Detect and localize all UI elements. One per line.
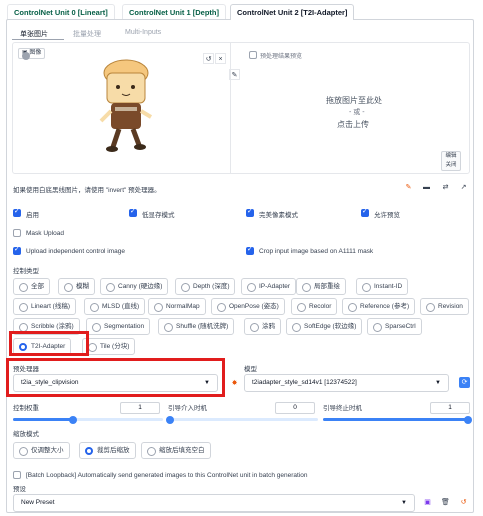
edit-label: 编辑 — [445, 153, 457, 159]
batch-loopback-checkbox[interactable] — [13, 471, 21, 479]
image-label: 图像 — [29, 50, 42, 56]
low-vram-label: 低显存模式 — [142, 212, 175, 219]
weight-slider[interactable] — [13, 415, 163, 424]
swap-icon[interactable]: ⇄ — [440, 182, 451, 193]
model-label: 模型 — [244, 366, 257, 373]
control-type-canny[interactable]: Canny (硬边缘) — [100, 278, 169, 295]
end-label: 引导终止时机 — [323, 405, 362, 412]
start-input[interactable]: 0 — [275, 402, 315, 414]
highlight-preprocessor — [6, 358, 225, 397]
image-dot — [22, 52, 30, 60]
allow-preview-checkbox[interactable] — [361, 207, 369, 217]
tab-unit-2[interactable]: ControlNet Unit 2 [T2I-Adapter] — [230, 4, 355, 20]
crop-input-label: Crop input image based on A1111 mask — [259, 248, 374, 255]
start-slider[interactable] — [166, 415, 318, 424]
preset-label: 预设 — [13, 486, 26, 493]
control-type-recolor[interactable]: Recolor — [291, 298, 338, 315]
enable-label: 启用 — [26, 212, 39, 219]
chevron-down-icon: ▼ — [401, 500, 407, 506]
control-type-label: 控制类型 — [13, 268, 39, 275]
control-type-sparsectrl[interactable]: SparseCtrl — [367, 318, 422, 335]
control-type-all[interactable]: 全部 — [13, 278, 50, 295]
end-slider-handle[interactable] — [464, 415, 472, 424]
edit-icon[interactable]: ✎ — [403, 182, 414, 193]
drop-text-1: 拖放图片至此处 — [326, 96, 382, 105]
control-type-shuffle[interactable]: Shuffle (随机洗牌) — [158, 318, 235, 335]
control-type-ip-adapter[interactable]: IP-Adapter — [241, 278, 297, 295]
tab-unit-0[interactable]: ControlNet Unit 0 [Lineart] — [7, 4, 115, 20]
preset-select[interactable]: New Preset ▼ — [13, 494, 415, 512]
control-type-revision[interactable]: Revision — [420, 298, 469, 315]
crop-input-checkbox[interactable] — [246, 245, 254, 255]
edit-button[interactable]: 编辑 关闭 — [441, 151, 461, 171]
independent-image-label: Upload independent control image — [26, 248, 126, 255]
mask-upload-checkbox[interactable] — [13, 229, 21, 237]
resize-and-fill[interactable]: 缩放后填充空白 — [141, 442, 211, 459]
camera-icon[interactable]: ▬ — [421, 182, 432, 193]
control-type-lineart[interactable]: Lineart (线稿) — [13, 298, 77, 315]
pixel-perfect-label: 完美像素模式 — [259, 212, 298, 219]
batch-loopback-label: [Batch Loopback] Automatically send gene… — [26, 472, 308, 479]
preset-value: New Preset — [21, 499, 55, 506]
control-type-instant-id[interactable]: Instant-ID — [356, 278, 409, 295]
resize-crop-and-resize[interactable]: 裁剪后缩放 — [79, 442, 136, 459]
tab-unit-1[interactable]: ControlNet Unit 1 [Depth] — [122, 4, 226, 20]
weight-label: 控制权重 — [13, 405, 39, 412]
refresh-icon[interactable]: ⟳ — [459, 377, 470, 388]
resize-mode-label: 缩放模式 — [13, 431, 39, 438]
control-type-mlsd[interactable]: MLSD (直线) — [84, 298, 146, 315]
uploaded-image — [99, 59, 153, 152]
start-slider-handle[interactable] — [166, 415, 174, 424]
weight-input[interactable]: 1 — [120, 402, 160, 414]
weight-slider-handle[interactable] — [69, 415, 77, 424]
start-label: 引导介入时机 — [168, 405, 207, 412]
enable-checkbox[interactable] — [13, 207, 21, 217]
image-area: ▣ 图像 ↺ × ✎ 预处理结果预览 拖放图片至此处 - 或 - 点击上传 编辑… — [12, 42, 470, 174]
save-preset-icon[interactable]: ▣ — [422, 497, 433, 508]
preview-checkbox[interactable] — [249, 51, 257, 59]
control-type-blur[interactable]: 模糊 — [58, 278, 95, 295]
send-icon[interactable]: ↗ — [458, 182, 469, 193]
run-preprocessor-icon[interactable]: ✸ — [229, 378, 240, 389]
control-type-depth[interactable]: Depth (深度) — [175, 278, 236, 295]
pixel-perfect-checkbox[interactable] — [246, 207, 254, 217]
control-type-inpaint[interactable]: 局部重绘 — [296, 278, 346, 295]
control-type-openpose[interactable]: OpenPose (姿态) — [211, 298, 285, 315]
subtab-underline — [12, 39, 64, 40]
invert-hint: 如果使用白底黑线图片，请使用 "invert" 预处理器。 — [13, 187, 161, 194]
close-label: 关闭 — [445, 162, 457, 168]
end-slider[interactable] — [323, 415, 472, 424]
tab-batch[interactable]: 批量处理 — [73, 29, 101, 39]
chevron-down-icon: ▼ — [435, 380, 441, 386]
model-value: t2iadapter_style_sd14v1 [12374522] — [252, 379, 357, 386]
drop-text-2: - 或 - — [349, 109, 365, 116]
drop-zone[interactable] — [233, 63, 468, 171]
tab-single-image[interactable]: 单张图片 — [20, 29, 48, 39]
highlight-t2i-adapter — [9, 331, 89, 356]
independent-image-checkbox[interactable] — [13, 245, 21, 255]
control-type-softedge[interactable]: SoftEdge (软边缘) — [286, 318, 363, 335]
allow-preview-label: 允许预览 — [374, 212, 400, 219]
control-type-reference[interactable]: Reference (参考) — [342, 298, 416, 315]
low-vram-checkbox[interactable] — [129, 207, 137, 217]
tab-multi-inputs[interactable]: Multi-Inputs — [125, 29, 161, 36]
resize-just-resize[interactable]: 仅调整大小 — [13, 442, 70, 459]
close-icon[interactable]: × — [215, 53, 226, 64]
drop-text-3: 点击上传 — [337, 120, 369, 129]
mask-upload-label: Mask Upload — [26, 230, 64, 237]
control-type-segmentation[interactable]: Segmentation — [86, 318, 151, 335]
end-input[interactable]: 1 — [430, 402, 470, 414]
control-type-normalmap[interactable]: NormalMap — [148, 298, 206, 315]
undo-icon[interactable]: ↺ — [203, 53, 214, 64]
model-select[interactable]: t2iadapter_style_sd14v1 [12374522] ▼ — [244, 374, 449, 392]
reset-preset-icon[interactable]: ↺ — [458, 497, 469, 508]
delete-preset-icon[interactable]: 🗑 — [440, 497, 451, 508]
control-type-graffiti[interactable]: 涂鸦 — [244, 318, 281, 335]
preview-label: 预处理结果预览 — [260, 54, 303, 60]
control-type-tile[interactable]: Tile (分块) — [82, 338, 136, 355]
